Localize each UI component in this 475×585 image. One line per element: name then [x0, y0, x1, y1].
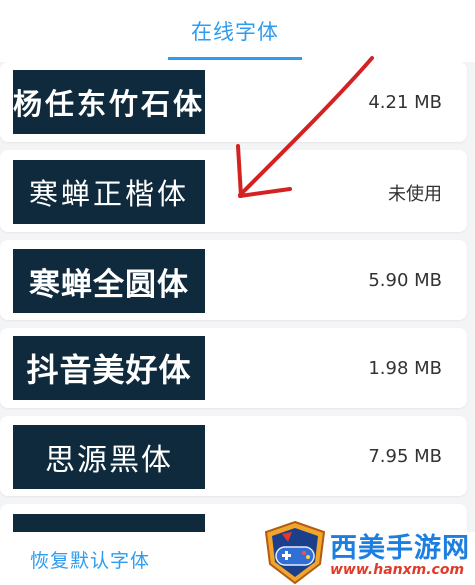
- font-size-label: 4.21 MB: [368, 92, 442, 113]
- font-size-label: 7.95 MB: [368, 446, 442, 467]
- font-status-label: 未使用: [388, 184, 442, 205]
- font-name: 寒蝉正楷体: [28, 177, 189, 211]
- font-name: 思源黑体: [45, 443, 173, 478]
- font-item[interactable]: 抖音美好体 1.98 MB: [0, 328, 467, 408]
- top-tab-bar: 在线字体: [0, 0, 475, 62]
- watermark-title: 西美手游网: [330, 533, 470, 564]
- font-name: 抖音美好体: [26, 351, 192, 389]
- font-preview: 抖音美好体: [13, 336, 205, 400]
- font-name: 寒蝉全圆体: [29, 266, 189, 303]
- font-preview: 寒蝉全圆体: [13, 249, 205, 313]
- font-preview: 思源黑体: [13, 425, 205, 489]
- restore-default-font-button[interactable]: 恢复默认字体: [30, 546, 150, 573]
- font-item[interactable]: 杨任东竹石体 4.21 MB: [0, 62, 467, 142]
- gamepad-shield-icon: [264, 520, 326, 585]
- font-size-label: 5.90 MB: [368, 270, 442, 291]
- site-watermark: 西美手游网 www.hanxm.com: [262, 520, 475, 585]
- font-name: 杨任东竹石体: [13, 87, 205, 121]
- font-preview: [13, 514, 205, 532]
- font-item[interactable]: 寒蝉全圆体 5.90 MB: [0, 240, 467, 320]
- font-preview: 寒蝉正楷体: [13, 160, 205, 224]
- tab-online-fonts[interactable]: 在线字体: [168, 0, 302, 62]
- font-item[interactable]: 思源黑体 7.95 MB: [0, 416, 467, 496]
- tab-label: 在线字体: [191, 20, 279, 44]
- font-manager-screen: 杨任东竹石体 4.21 MB 寒蝉正楷体 未使用 寒蝉全圆体 5.90 MB 抖…: [0, 0, 475, 585]
- font-size-label: 1.98 MB: [368, 358, 442, 379]
- watermark-url: www.hanxm.com: [330, 562, 465, 578]
- font-list: 杨任东竹石体 4.21 MB 寒蝉正楷体 未使用 寒蝉全圆体 5.90 MB 抖…: [0, 62, 475, 532]
- font-preview: 杨任东竹石体: [13, 70, 205, 134]
- tab-active-indicator: [168, 57, 302, 60]
- font-item[interactable]: 寒蝉正楷体 未使用: [0, 150, 467, 232]
